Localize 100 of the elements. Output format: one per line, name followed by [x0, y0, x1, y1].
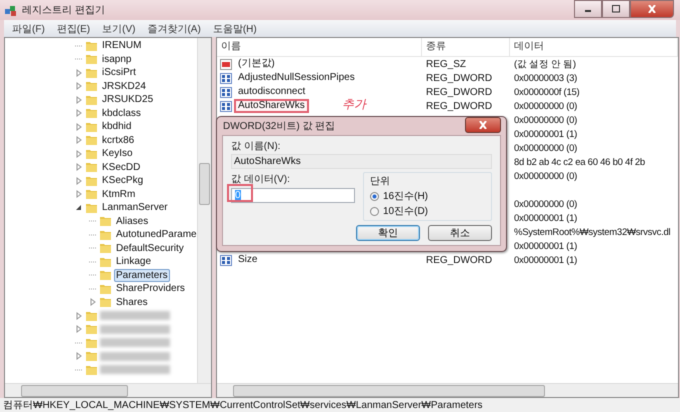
value-data: 0x00000000 (0) [514, 114, 578, 126]
expand-arrow-icon[interactable] [76, 109, 82, 118]
tree-item[interactable]: Shares [114, 296, 150, 309]
radio-button[interactable] [370, 206, 379, 216]
dialog-button[interactable]: 확인 [356, 225, 420, 241]
tree-item[interactable]: KtmRm [100, 188, 138, 201]
folder-icon [85, 134, 98, 146]
folder-icon [99, 296, 112, 308]
folder-icon [85, 310, 98, 322]
menu-item[interactable]: 파일(F) [12, 22, 45, 36]
horizontal-scrollbar[interactable] [217, 383, 678, 397]
binary-value-icon [220, 72, 232, 84]
folder-icon [99, 228, 112, 241]
tree-item[interactable]: DefaultSecurity [114, 242, 186, 255]
expand-arrow-icon[interactable] [76, 176, 82, 185]
value-type: REG_DWORD [426, 254, 492, 266]
dialog-button[interactable]: 취소 [428, 225, 492, 241]
expand-arrow-icon[interactable] [76, 163, 82, 172]
column-header[interactable]: 이름 [217, 38, 422, 57]
menu-item[interactable]: 보기(V) [102, 22, 136, 36]
folder-icon [99, 256, 112, 268]
close-button[interactable] [630, 0, 674, 18]
column-header[interactable]: 데이터 [510, 38, 678, 57]
expand-arrow-icon[interactable] [76, 312, 82, 320]
folder-icon [85, 174, 98, 187]
tree-item[interactable]: KSecPkg [100, 174, 146, 188]
value-data: (값 설정 안 됨) [514, 58, 576, 70]
tree-item[interactable]: IRENUM [100, 39, 144, 52]
value-type: REG_DWORD [426, 72, 492, 84]
collapse-arrow-icon[interactable] [76, 204, 82, 211]
vertical-scrollbar[interactable] [197, 38, 211, 383]
horizontal-scrollbar[interactable] [5, 383, 211, 397]
value-name[interactable]: AdjustedNullSessionPipes [234, 71, 359, 85]
blurred-text [100, 338, 170, 348]
expand-arrow-icon[interactable] [76, 68, 82, 77]
folder-icon [99, 215, 112, 228]
value-data: 8d b2 ab 4c c2 ea 60 46 b0 4f 2b [514, 156, 645, 168]
value-name[interactable]: Size [234, 253, 262, 267]
expand-arrow-icon[interactable] [76, 325, 82, 334]
tree-item[interactable]: ShareProviders [114, 282, 187, 296]
value-name[interactable]: AutoShareWks [234, 99, 309, 113]
expand-arrow-icon[interactable] [76, 96, 82, 104]
folder-icon [85, 40, 98, 52]
folder-icon [85, 202, 98, 214]
value-data: 0x00000003 (3) [514, 72, 578, 84]
radio-label[interactable]: 10진수(D) [383, 204, 428, 218]
highlight-frame [227, 184, 253, 202]
folder-icon [85, 66, 98, 79]
minimize-button[interactable] [574, 0, 602, 18]
tree-item[interactable]: kbdhid [100, 120, 134, 134]
tree-item[interactable]: KSecDD [100, 160, 142, 174]
tree-item[interactable]: JRSUKD25 [100, 93, 156, 106]
close-icon [647, 5, 657, 13]
expand-arrow-icon[interactable] [76, 352, 82, 360]
blurred-text [100, 311, 170, 320]
folder-icon [85, 107, 98, 120]
tree-item[interactable]: Parameters [114, 268, 170, 282]
folder-icon [85, 80, 98, 92]
folder-icon [85, 350, 98, 362]
expand-arrow-icon[interactable] [76, 136, 82, 144]
maximize-button[interactable] [602, 0, 630, 18]
blurred-text [100, 352, 170, 361]
tree-item[interactable]: kbdclass [100, 106, 143, 120]
tree-item[interactable]: kcrtx86 [100, 134, 136, 147]
folder-icon [85, 364, 98, 376]
value-type: REG_SZ [426, 58, 466, 70]
menu-item[interactable]: 도움말(H) [212, 22, 257, 36]
tree-item[interactable]: isapnp [100, 52, 134, 66]
close-button[interactable] [465, 117, 501, 133]
value-name[interactable]: (기본값) [234, 57, 279, 71]
menu-item[interactable]: 즐겨찾기(A) [147, 22, 201, 36]
column-header[interactable]: 종류 [422, 38, 510, 57]
expand-arrow-icon[interactable] [76, 150, 82, 158]
value-data: %SystemRoot%₩system32₩srvsvc.dl [514, 226, 670, 238]
folder-icon [85, 120, 98, 133]
expand-arrow-icon[interactable] [90, 298, 96, 306]
tree-item[interactable]: LanmanServer [100, 201, 170, 214]
tree-item[interactable]: KeyIso [100, 147, 135, 160]
value-data: 0x00000000 (0) [514, 142, 578, 154]
field-label: 값 데이터(V): [231, 173, 291, 186]
value-name[interactable]: autodisconnect [234, 85, 310, 99]
menu-item[interactable]: 편집(E) [56, 22, 90, 36]
string-value-icon [220, 58, 232, 70]
tree-item[interactable]: AutotunedParame [114, 228, 199, 242]
value-data: 0x00000000 (0) [514, 170, 578, 182]
tree-item[interactable]: JRSKD24 [100, 80, 148, 93]
radio-button[interactable] [370, 192, 379, 200]
binary-value-icon [220, 254, 232, 266]
binary-value-icon [220, 86, 232, 98]
folder-icon [85, 323, 98, 336]
value-data: 0x00000001 (1) [514, 254, 578, 266]
tree-item[interactable]: Linkage [114, 255, 154, 268]
value-data: 0x00000000 (0) [514, 100, 578, 112]
tree-item[interactable]: iScsiPrt [100, 66, 138, 80]
expand-arrow-icon[interactable] [76, 82, 82, 90]
radio-label[interactable]: 16진수(H) [383, 189, 428, 203]
expand-arrow-icon[interactable] [76, 122, 82, 131]
tree-item[interactable]: Aliases [114, 214, 150, 228]
expand-arrow-icon[interactable] [76, 190, 82, 198]
annotation-text: 추가 [342, 96, 366, 113]
